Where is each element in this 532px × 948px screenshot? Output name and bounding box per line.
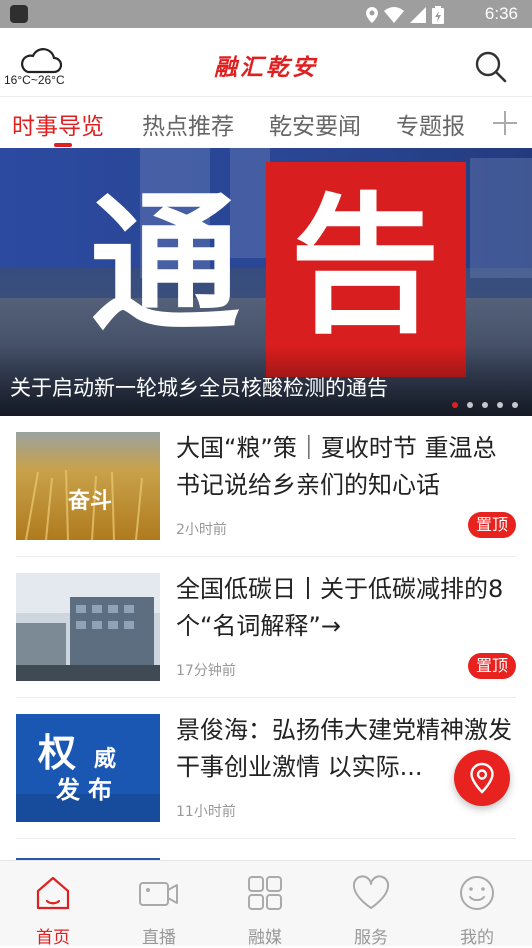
thumb-char-2: 威 (94, 746, 116, 772)
carousel-dot[interactable] (512, 402, 518, 408)
news-item[interactable]: 全国低碳日丨关于低碳减排的8个“名词解释”→ 17分钟前 置顶 (16, 557, 516, 698)
nav-service[interactable]: 服务 (331, 869, 411, 948)
banner-heading-right: 告 (290, 180, 441, 354)
tab-zhuanti[interactable]: 专题报 (396, 107, 465, 141)
news-item[interactable]: 奋斗 大国“粮”策｜夏收时节 重温总书记说给乡亲们的知心话 2小时前 置顶 (16, 416, 516, 557)
news-time: 17分钟前 (176, 663, 236, 679)
app-notification-icon (10, 5, 28, 23)
thumb-char-1: 权 (37, 730, 76, 775)
nav-live[interactable]: 直播 (119, 869, 199, 948)
pinned-badge: 置顶 (467, 512, 516, 538)
carousel-dot[interactable] (497, 402, 503, 408)
news-thumbnail-wheat: 奋斗 (16, 432, 160, 540)
status-time: 6:36 (484, 4, 518, 23)
nav-media[interactable]: 融媒 (225, 869, 305, 948)
news-time: 11小时前 (176, 804, 236, 820)
banner-red-block: 告 (266, 162, 466, 377)
location-float-button[interactable] (454, 750, 510, 806)
signal-icon (410, 7, 426, 23)
search-icon (475, 51, 507, 83)
tab-qianan-yaowen[interactable]: 乾安要闻 (269, 107, 361, 141)
heart-icon (352, 875, 390, 909)
tab-shishi-daolan[interactable]: 时事导览 (12, 107, 104, 141)
location-pin-icon (470, 762, 494, 794)
news-title: 大国“粮”策｜夏收时节 重温总书记说给乡亲们的知心话 (176, 434, 497, 499)
tab-redian-tuijian[interactable]: 热点推荐 (142, 107, 234, 141)
carousel-dot[interactable] (467, 402, 473, 408)
news-thumbnail-building (16, 573, 160, 681)
app-title: 融汇乾安 (214, 54, 318, 81)
news-thumbnail-authority: 权 威 发 布 (16, 714, 160, 822)
nav-home-label: 首页 (36, 928, 70, 948)
category-tabs: 时事导览 热点推荐 乾安要闻 专题报 (0, 96, 532, 148)
location-status-icon (366, 7, 378, 23)
news-item[interactable]: 权 威 发 布 景俊海：弘扬伟大建党精神激发干事创业激情 以实际... 11小时… (16, 698, 516, 839)
wifi-icon (384, 7, 404, 23)
banner-caption: 关于启动新一轮城乡全员核酸检测的通告 (10, 376, 388, 400)
smiley-icon (460, 876, 494, 910)
nav-profile-label: 我的 (460, 928, 494, 948)
thumb-char-3: 发 (55, 775, 80, 804)
news-title: 全国低碳日丨关于低碳减排的8个“名词解释”→ (176, 575, 504, 640)
app-header: 16°C~26°C 融汇乾安 (0, 28, 532, 96)
plus-icon (493, 111, 517, 135)
banner-building (470, 158, 532, 278)
search-button[interactable] (474, 50, 508, 84)
status-bar: 6:36 (0, 0, 532, 28)
nav-live-label: 直播 (142, 928, 176, 948)
grid-icon (248, 876, 282, 910)
carousel-dot[interactable] (482, 402, 488, 408)
active-tab-indicator (54, 143, 72, 147)
nav-profile[interactable]: 我的 (437, 869, 517, 948)
thumb-label: 奋斗 (67, 489, 112, 514)
nav-media-label: 融媒 (248, 928, 282, 948)
pinned-badge: 置顶 (467, 653, 516, 679)
thumb-char-4: 布 (88, 775, 112, 804)
carousel-dot-active[interactable] (452, 402, 458, 408)
status-icons (366, 6, 444, 24)
home-icon (36, 876, 70, 910)
banner-heading-left: 通 (90, 178, 241, 352)
nav-home[interactable]: 首页 (13, 869, 93, 948)
banner-carousel[interactable]: 通 告 关于启动新一轮城乡全员核酸检测的通告 (0, 148, 532, 416)
nav-service-label: 服务 (354, 928, 388, 948)
battery-icon (432, 6, 444, 24)
carousel-indicator (452, 402, 518, 408)
news-time: 2小时前 (176, 522, 227, 538)
add-tab-button[interactable] (490, 103, 520, 141)
video-camera-icon (139, 882, 178, 906)
bottom-navigation: 首页 直播 融媒 服务 我的 (0, 860, 532, 948)
